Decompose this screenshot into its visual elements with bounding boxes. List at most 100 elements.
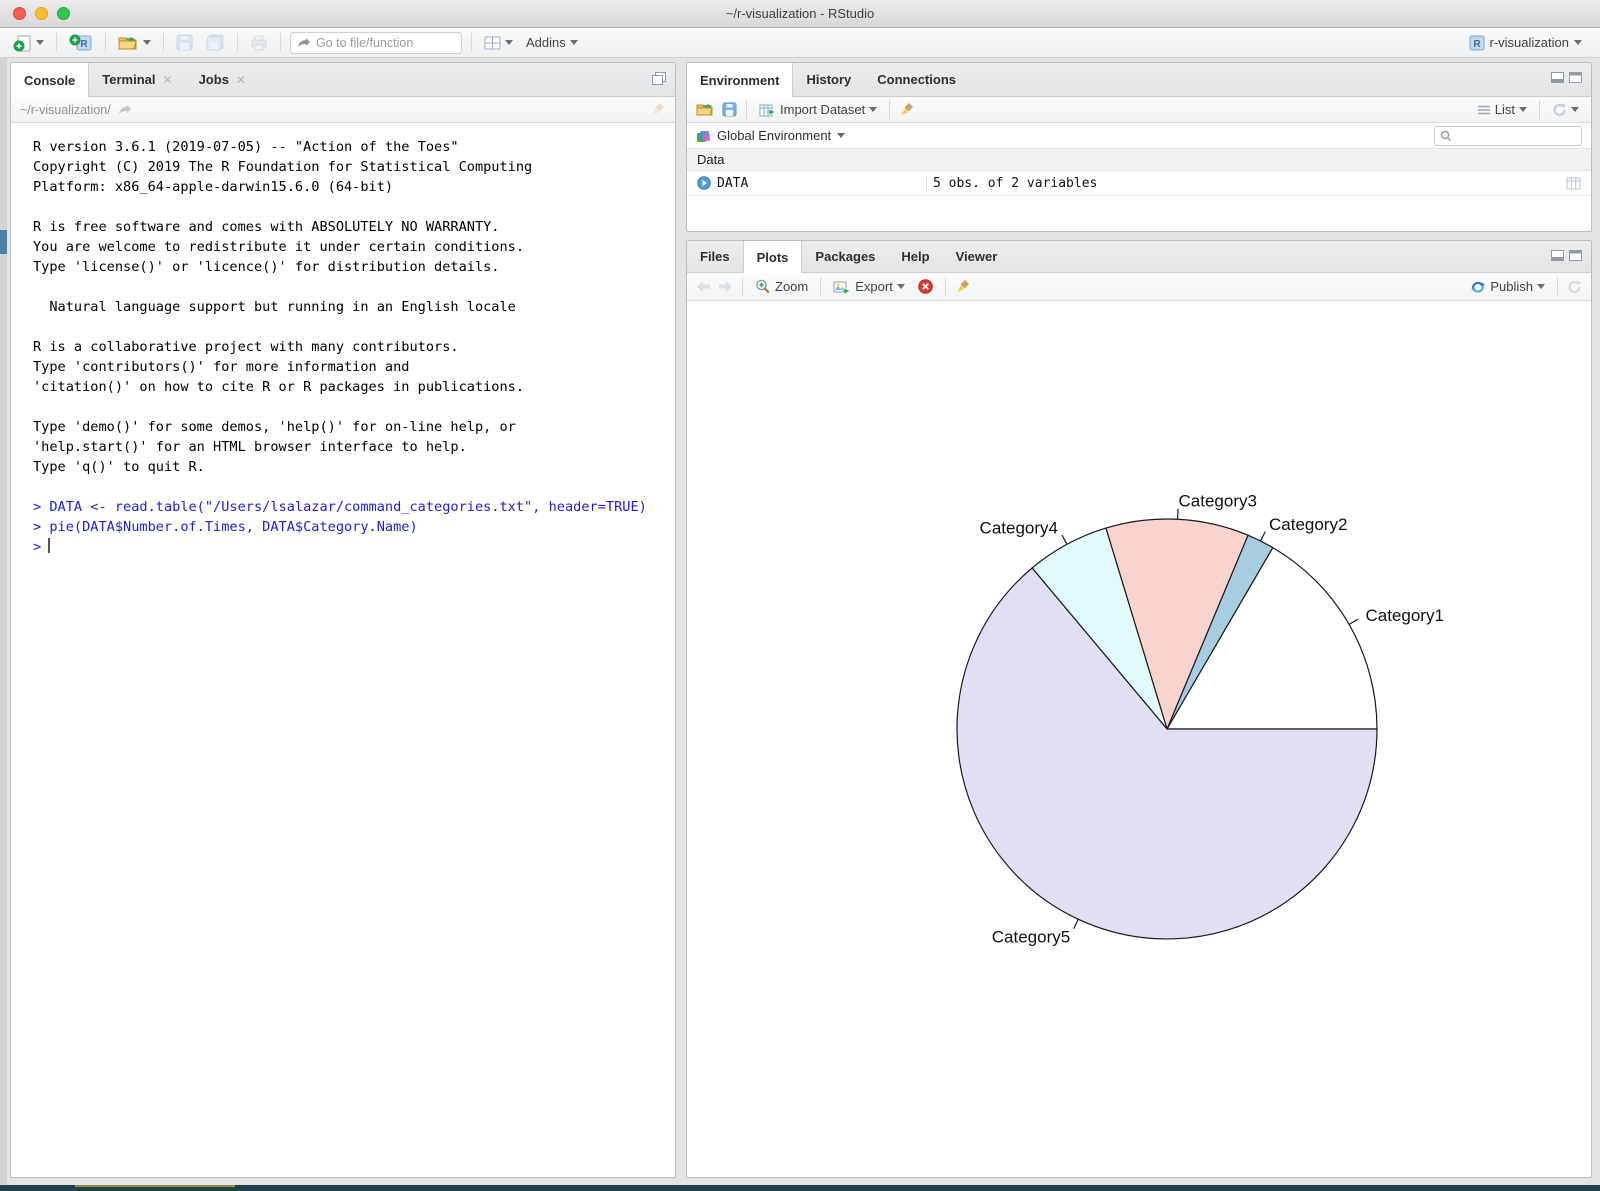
- chevron-down-icon: [897, 284, 905, 289]
- restore-panes-icon[interactable]: [652, 72, 666, 85]
- zoom-plot-button[interactable]: Zoom: [752, 277, 811, 296]
- console-output-line: You are welcome to redistribute it under…: [33, 237, 675, 257]
- import-dataset-button[interactable]: Import Dataset: [756, 100, 880, 119]
- tab-history[interactable]: History: [793, 63, 864, 96]
- export-plot-button[interactable]: Export: [830, 277, 908, 296]
- new-project-button[interactable]: R: [66, 31, 96, 54]
- refresh-environment-button[interactable]: [1549, 101, 1582, 119]
- remove-plot-button[interactable]: [915, 277, 936, 296]
- tab-jobs[interactable]: Jobs✕: [186, 63, 259, 96]
- background-window-sliver: [75, 1185, 235, 1187]
- chevron-down-icon: [1519, 107, 1527, 112]
- pie-label-category2: Category2: [1269, 515, 1347, 534]
- maximize-pane-icon[interactable]: [1569, 72, 1582, 83]
- pie-label-tick: [1349, 619, 1358, 624]
- tab-terminal[interactable]: Terminal✕: [89, 63, 185, 96]
- project-name-label: r-visualization: [1490, 35, 1569, 50]
- environment-toolbar: Import Dataset List: [687, 97, 1591, 123]
- console-output-line: R is a collaborative project with many c…: [33, 337, 675, 357]
- toolbar-separator: [945, 277, 946, 296]
- pie-label-category1: Category1: [1365, 606, 1443, 625]
- save-button[interactable]: [173, 32, 196, 53]
- environment-search-input[interactable]: [1456, 129, 1571, 143]
- tab-viewer[interactable]: Viewer: [943, 241, 1011, 272]
- tab-packages[interactable]: Packages: [802, 241, 888, 272]
- toolbar-separator: [1539, 100, 1540, 119]
- save-all-button[interactable]: [203, 32, 228, 53]
- goto-file-function-input[interactable]: [316, 36, 446, 50]
- pie-label-tick: [1178, 509, 1179, 519]
- console-output-line: Copyright (C) 2019 The R Foundation for …: [33, 157, 675, 177]
- console-output-line: [33, 197, 675, 217]
- console-output-line: 'help.start()' for an HTML browser inter…: [33, 437, 675, 457]
- close-tab-icon[interactable]: ✕: [236, 73, 246, 87]
- tab-environment[interactable]: Environment: [687, 63, 793, 97]
- toolbar-separator: [280, 33, 281, 52]
- toolbar-separator: [889, 100, 890, 119]
- tab-connections[interactable]: Connections: [864, 63, 969, 96]
- environment-section-header: Data: [687, 149, 1591, 171]
- publish-plot-button[interactable]: Publish: [1467, 277, 1548, 296]
- plots-pane: Files Plots Packages Help Viewer Zoom Ex…: [686, 240, 1592, 1178]
- chevron-down-icon: [1574, 40, 1582, 45]
- console-output-line: [33, 477, 675, 497]
- close-tab-icon[interactable]: ✕: [163, 73, 173, 87]
- refresh-icon: [1552, 103, 1567, 117]
- minimize-pane-icon[interactable]: [1551, 72, 1564, 83]
- console-output-line: [33, 277, 675, 297]
- print-button[interactable]: [247, 33, 271, 53]
- environment-scope-label[interactable]: Global Environment: [717, 128, 831, 143]
- maximize-pane-icon[interactable]: [1569, 250, 1582, 261]
- save-workspace-icon[interactable]: [722, 102, 737, 117]
- console-output[interactable]: R version 3.6.1 (2019-07-05) -- "Action …: [11, 123, 675, 557]
- console-pane: Console Terminal✕ Jobs✕ ~/r-visualizatio…: [10, 62, 676, 1178]
- addins-button[interactable]: Addins: [523, 33, 581, 52]
- chevron-down-icon: [1571, 107, 1579, 112]
- previous-plot-icon[interactable]: [696, 280, 711, 293]
- environment-view-mode-button[interactable]: List: [1474, 100, 1530, 119]
- tab-plots[interactable]: Plots: [743, 241, 803, 273]
- global-environment-icon: [696, 129, 711, 143]
- environment-object-row[interactable]: DATA 5 obs. of 2 variables: [687, 171, 1591, 196]
- open-file-button[interactable]: [115, 32, 154, 53]
- goto-directory-icon[interactable]: [118, 104, 132, 115]
- tab-console[interactable]: Console: [11, 63, 89, 97]
- chevron-down-icon: [36, 40, 44, 45]
- next-plot-icon[interactable]: [718, 280, 733, 293]
- print-icon: [250, 35, 268, 51]
- environment-search-box[interactable]: [1434, 126, 1582, 146]
- window-titlebar: ~/r-visualization - RStudio: [0, 0, 1600, 28]
- working-directory-label: ~/r-visualization/: [20, 103, 111, 117]
- console-input-line: > pie(DATA$Number.of.Times, DATA$Categor…: [33, 517, 675, 537]
- minimize-pane-icon[interactable]: [1551, 250, 1564, 261]
- console-output-line: R is free software and comes with ABSOLU…: [33, 217, 675, 237]
- new-file-button[interactable]: [10, 32, 47, 54]
- toolbar-separator: [1557, 277, 1558, 296]
- chevron-down-icon: [869, 107, 877, 112]
- console-output-line: Type 'contributors()' for more informati…: [33, 357, 675, 377]
- chevron-down-icon: [143, 40, 151, 45]
- toolbar-separator: [471, 33, 472, 52]
- project-menu-button[interactable]: R r-visualization: [1469, 35, 1582, 51]
- refresh-plot-icon[interactable]: [1567, 280, 1582, 294]
- console-input-line: > DATA <- read.table("/Users/lsalazar/co…: [33, 497, 675, 517]
- tab-files[interactable]: Files: [687, 241, 743, 272]
- clear-environment-icon[interactable]: [899, 102, 915, 117]
- pie-label-category4: Category4: [980, 519, 1058, 538]
- pie-label-tick: [1074, 919, 1078, 929]
- save-icon: [176, 34, 193, 51]
- load-workspace-icon[interactable]: [696, 102, 715, 117]
- pane-layout-button[interactable]: [481, 34, 516, 52]
- toolbar-separator: [237, 33, 238, 52]
- goto-file-function-box[interactable]: [290, 32, 462, 54]
- console-output-line: Type 'q()' to quit R.: [33, 457, 675, 477]
- chevron-down-icon: [505, 40, 513, 45]
- tab-help[interactable]: Help: [888, 241, 942, 272]
- svg-text:R: R: [1473, 39, 1481, 50]
- clear-console-icon[interactable]: [650, 102, 666, 117]
- goto-arrow-icon: [297, 37, 310, 48]
- expand-object-icon[interactable]: [697, 176, 711, 190]
- view-data-icon[interactable]: [1566, 177, 1581, 190]
- export-image-icon: [833, 280, 851, 294]
- clear-all-plots-icon[interactable]: [955, 279, 971, 294]
